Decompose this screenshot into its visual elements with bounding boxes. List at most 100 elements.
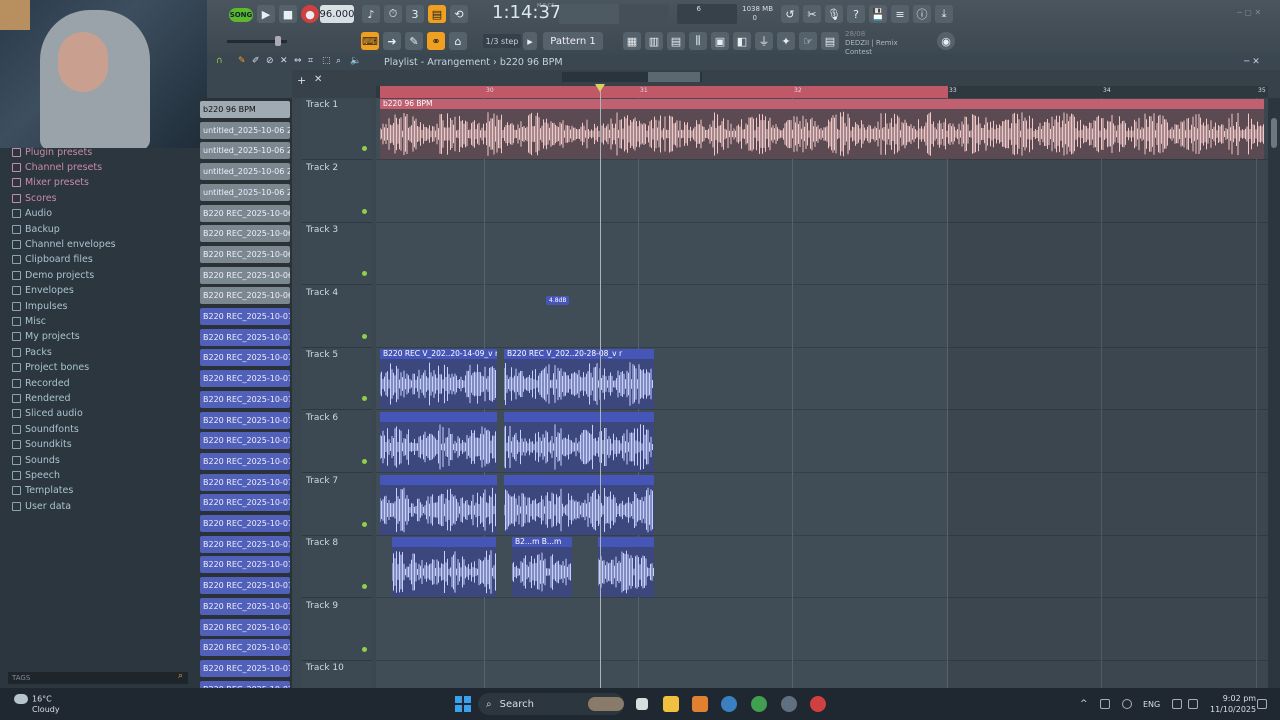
info-icon[interactable]: ⓘ bbox=[913, 5, 931, 23]
clip-list-item[interactable]: B220 REC_2025-10-07 21. bbox=[200, 535, 290, 553]
clip-list-item[interactable]: B220 REC_2025-10-07 20. bbox=[200, 370, 290, 388]
tags-field[interactable]: TAGS bbox=[8, 672, 188, 684]
plugin-icon[interactable]: ⏚ bbox=[755, 32, 773, 50]
clip-list-item[interactable]: B220 REC_2025-10-07 21. bbox=[200, 597, 290, 615]
browser-item[interactable]: Templates bbox=[12, 484, 73, 498]
track-enable-led[interactable] bbox=[362, 459, 367, 464]
track-enable-led[interactable] bbox=[362, 208, 367, 214]
delete-tool-icon[interactable]: ⊘ bbox=[266, 56, 276, 66]
news-panel[interactable]: 28/08 DEDZII | Remix Contest bbox=[845, 30, 898, 57]
browser-item[interactable]: Channel presets bbox=[12, 160, 102, 174]
speaker-tool-icon[interactable]: 🔈 bbox=[350, 56, 361, 66]
select-tool-icon[interactable]: ⬚ bbox=[322, 56, 332, 66]
tempo-display[interactable]: 96.000 bbox=[320, 5, 355, 23]
clip-list-item[interactable]: B220 REC_2025-10-07 21. bbox=[200, 494, 290, 512]
cut-icon[interactable]: ✂ bbox=[803, 5, 821, 23]
track-header[interactable]: Track 5 bbox=[302, 348, 372, 411]
browser-item[interactable]: Sliced audio bbox=[12, 407, 83, 421]
clip-list-item[interactable]: untitled_2025-10-06 20- bbox=[200, 121, 290, 139]
audio-clip[interactable]: B220 REC V_202..20-28-08_v r bbox=[504, 349, 654, 409]
clip-list-item[interactable]: B220 REC_2025-10-07 20. bbox=[200, 432, 290, 450]
channel-rack-icon[interactable]: ▥ bbox=[645, 32, 663, 50]
timeline-ruler[interactable]: 30 31 32 33 34 35 bbox=[376, 86, 1268, 98]
playhead-marker[interactable] bbox=[595, 84, 605, 92]
metronome-icon[interactable]: ♪ bbox=[362, 5, 380, 23]
track-header[interactable]: Track 6 bbox=[302, 411, 372, 473]
record-button[interactable]: ● bbox=[301, 5, 319, 23]
browser-item[interactable]: Misc bbox=[12, 314, 46, 328]
track-enable-led[interactable] bbox=[362, 584, 367, 590]
add-track-icon[interactable]: + bbox=[297, 74, 306, 87]
tray-chevron-icon[interactable]: ^ bbox=[1080, 699, 1088, 709]
clip-list-item[interactable]: B220 REC_2025-10-07 21. bbox=[200, 577, 290, 595]
song-mode-toggle[interactable]: SONG bbox=[229, 8, 253, 22]
task-view-icon[interactable] bbox=[636, 698, 648, 710]
audio-clip-title[interactable]: B220 REC V_202..20-14-09_v m bbox=[380, 349, 497, 359]
stamp-icon[interactable]: ⌂ bbox=[449, 32, 467, 50]
snap-magnet-icon[interactable]: ∩ bbox=[216, 56, 226, 66]
browser-item[interactable]: Packs bbox=[12, 345, 52, 359]
browser-item[interactable]: Backup bbox=[12, 222, 60, 236]
scrollbar-thumb[interactable] bbox=[1271, 118, 1277, 148]
browser-item[interactable]: Project bones bbox=[12, 361, 89, 375]
track-header[interactable]: Track 9 bbox=[302, 599, 372, 661]
window-controls[interactable]: ─ ▢ ✕ bbox=[1237, 8, 1261, 17]
slice-tool-icon[interactable]: ⌗ bbox=[308, 56, 318, 66]
account-icon[interactable]: ◉ bbox=[937, 32, 955, 50]
audio-clip[interactable] bbox=[504, 475, 654, 535]
chrome-icon[interactable] bbox=[751, 696, 767, 712]
track-enable-led[interactable] bbox=[362, 271, 367, 277]
clip-list-item[interactable]: B220 REC_2025-10-07 21. bbox=[200, 618, 290, 636]
tray-app-icon[interactable] bbox=[1100, 699, 1110, 709]
clip-list-item[interactable]: B220 REC_2025-10-07 21. bbox=[200, 659, 290, 677]
browser-item[interactable]: Plugin presets bbox=[12, 145, 92, 159]
track-enable-led[interactable] bbox=[362, 396, 367, 402]
close-track-icon[interactable]: ✕ bbox=[314, 74, 322, 85]
audio-clip[interactable] bbox=[380, 412, 497, 472]
mixer-icon[interactable]: ≡ bbox=[891, 5, 909, 23]
browser-item[interactable]: Rendered bbox=[12, 391, 71, 405]
track-header[interactable]: Track 4 bbox=[302, 286, 372, 348]
touch-icon[interactable]: ☞ bbox=[799, 32, 817, 50]
clip-list-item[interactable]: B220 REC_2025-10-07 20. bbox=[200, 411, 290, 429]
slip-tool-icon[interactable]: ⇔ bbox=[294, 56, 304, 66]
steam-icon[interactable] bbox=[781, 696, 797, 712]
clip-list-item[interactable]: untitled_2025-10-06 20- bbox=[200, 142, 290, 160]
project-icon[interactable]: ◧ bbox=[733, 32, 751, 50]
browser-item[interactable]: Sounds bbox=[12, 453, 60, 467]
loop-record-icon[interactable]: ⟲ bbox=[450, 5, 468, 23]
track-header[interactable]: Track 8 bbox=[302, 536, 372, 599]
download-icon[interactable]: ⤓ bbox=[935, 5, 953, 23]
pattern-selector[interactable]: Pattern 1 bbox=[543, 32, 603, 50]
audio-clip[interactable] bbox=[392, 537, 496, 597]
audio-clip[interactable] bbox=[380, 475, 497, 535]
track-header[interactable]: Track 1 bbox=[302, 98, 372, 160]
clip-list-item[interactable]: B220 REC_2025-10-07 21. bbox=[200, 556, 290, 574]
browser-item[interactable]: Channel envelopes bbox=[12, 237, 116, 251]
browser-item[interactable]: Demo projects bbox=[12, 268, 94, 282]
track-header[interactable]: Track 7 bbox=[302, 474, 372, 536]
browser-item[interactable]: Soundkits bbox=[12, 438, 72, 452]
clip-list-item[interactable]: B220 REC_2025-10-06 20. bbox=[200, 287, 290, 305]
arrow-icon[interactable]: ➜ bbox=[383, 32, 401, 50]
vertical-scrollbar[interactable] bbox=[1268, 98, 1280, 688]
audio-clip-title[interactable] bbox=[380, 412, 497, 422]
stop-button[interactable]: ■ bbox=[279, 5, 297, 23]
browser-item[interactable]: Envelopes bbox=[12, 284, 74, 298]
windows-start-icon[interactable] bbox=[455, 696, 471, 712]
track-enable-led[interactable] bbox=[362, 333, 367, 339]
clip-list-item[interactable]: B220 REC_2025-10-06 20. bbox=[200, 266, 290, 284]
cortana-icon[interactable] bbox=[721, 696, 737, 712]
track-header[interactable]: Track 2 bbox=[302, 161, 372, 223]
tools-icon[interactable]: ✦ bbox=[777, 32, 795, 50]
audio-clip[interactable] bbox=[598, 537, 654, 597]
browser-item[interactable]: Recorded bbox=[12, 376, 70, 390]
track-enable-led[interactable] bbox=[362, 146, 367, 151]
audio-clip-title[interactable] bbox=[598, 537, 654, 547]
browser-item[interactable]: My projects bbox=[12, 330, 80, 344]
browser-item[interactable]: Speech bbox=[12, 468, 60, 482]
playlist-window-controls[interactable]: ─ ✕ bbox=[1244, 57, 1260, 67]
audio-clip[interactable] bbox=[504, 412, 654, 472]
overview-viewport[interactable] bbox=[648, 72, 700, 82]
browser-view-icon[interactable]: ▣ bbox=[711, 32, 729, 50]
